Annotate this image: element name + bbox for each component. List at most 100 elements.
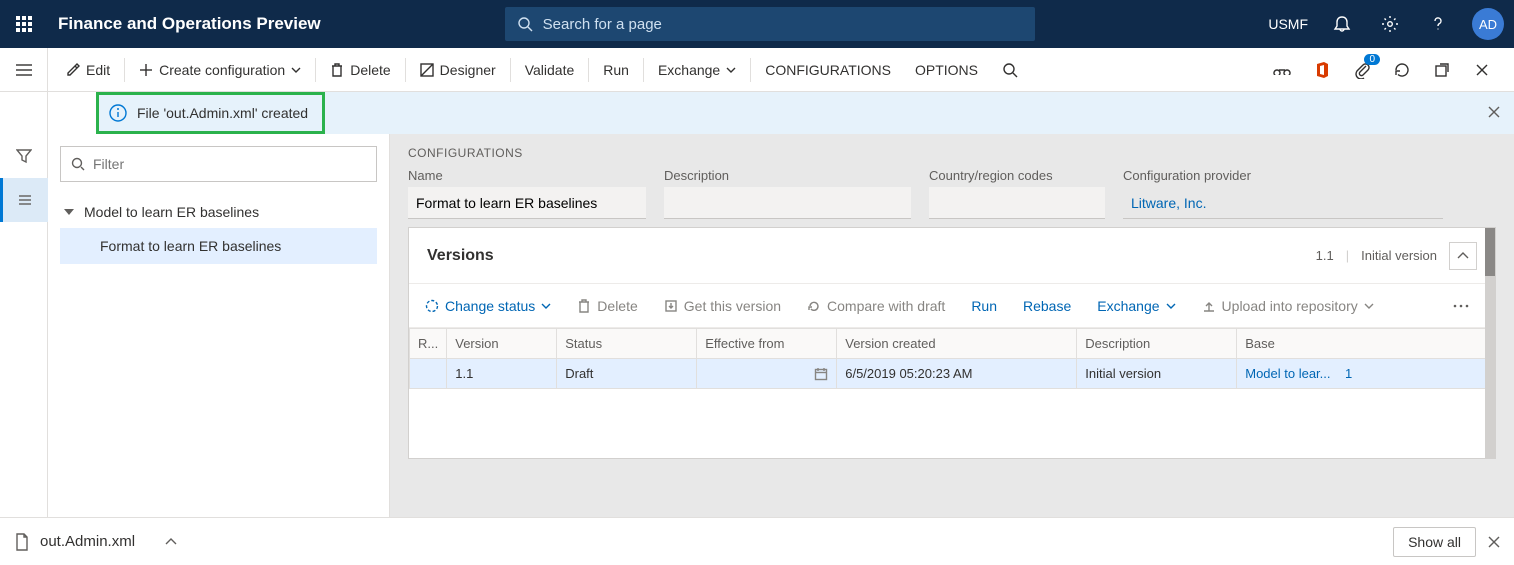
tree-child-format[interactable]: Format to learn ER baselines [60, 228, 377, 264]
chevron-down-icon [1364, 303, 1374, 309]
chevron-down-icon [1166, 303, 1176, 309]
cell-created: 6/5/2019 05:20:23 AM [837, 359, 1077, 389]
compare-button[interactable]: Compare with draft [797, 284, 955, 328]
attachments-button[interactable]: 0 [1344, 52, 1380, 88]
col-base[interactable]: Base [1237, 329, 1495, 359]
designer-icon [420, 63, 434, 77]
config-tree: Model to learn ER baselines Format to le… [60, 196, 377, 264]
versions-toolbar: Change status Delete Get this version Co… [409, 284, 1495, 328]
rebase-button[interactable]: Rebase [1013, 284, 1081, 328]
content-pane: CONFIGURATIONS Name Description Country/… [390, 134, 1514, 517]
divider [588, 58, 589, 82]
app-title: Finance and Operations Preview [58, 14, 321, 34]
chevron-up-icon[interactable] [165, 538, 177, 546]
col-version[interactable]: Version [447, 329, 557, 359]
configurations-tab[interactable]: CONFIGURATIONS [753, 48, 903, 92]
close-icon[interactable] [1488, 536, 1500, 548]
designer-button[interactable]: Designer [408, 48, 508, 92]
settings-button[interactable] [1366, 0, 1414, 48]
col-status[interactable]: Status [557, 329, 697, 359]
list-pane-button[interactable] [0, 178, 48, 222]
create-config-button[interactable]: Create configuration [127, 48, 313, 92]
compare-label: Compare with draft [827, 298, 945, 314]
chevron-down-icon [541, 303, 551, 309]
run-button[interactable]: Run [591, 48, 641, 92]
base-link[interactable]: Model to lear... [1245, 366, 1330, 381]
designer-label: Designer [440, 62, 496, 78]
caret-down-icon [64, 209, 74, 215]
download-filename[interactable]: out.Admin.xml [40, 533, 135, 550]
company-selector[interactable]: USMF [1258, 16, 1318, 32]
refresh-icon [1393, 61, 1411, 79]
exchange-button[interactable]: Exchange [646, 48, 748, 92]
info-close-button[interactable] [1488, 105, 1500, 121]
compare-icon [807, 299, 821, 313]
app-launcher[interactable] [0, 0, 48, 48]
filter-pane-button[interactable] [0, 134, 48, 178]
configurations-label: CONFIGURATIONS [765, 62, 891, 78]
trash-icon [577, 299, 591, 313]
office-icon [1314, 61, 1330, 79]
versions-grid[interactable]: R... Version Status Effective from Versi… [409, 328, 1495, 458]
attachments-badge: 0 [1364, 54, 1380, 65]
delete-button[interactable]: Delete [318, 48, 402, 92]
scrollbar-track[interactable] [1485, 228, 1495, 458]
question-icon [1429, 15, 1447, 33]
version-run-label: Run [971, 298, 997, 314]
tree-parent-model[interactable]: Model to learn ER baselines [60, 196, 377, 228]
calendar-icon[interactable] [814, 367, 828, 381]
connector-icon[interactable] [1264, 52, 1300, 88]
pencil-icon [66, 63, 80, 77]
more-icon [1453, 304, 1469, 308]
versions-title: Versions [427, 247, 494, 265]
ctry-field[interactable] [929, 187, 1105, 219]
change-status-label: Change status [445, 298, 535, 314]
col-desc[interactable]: Description [1077, 329, 1237, 359]
more-button[interactable] [1443, 288, 1479, 324]
show-all-button[interactable]: Show all [1393, 527, 1476, 557]
nav-pane: Model to learn ER baselines Format to le… [48, 134, 390, 517]
office-button[interactable] [1304, 52, 1340, 88]
filter-box[interactable] [60, 146, 377, 182]
edit-button[interactable]: Edit [54, 48, 122, 92]
change-status-button[interactable]: Change status [415, 284, 561, 328]
versions-collapse-button[interactable] [1449, 242, 1477, 270]
funnel-icon [16, 148, 32, 164]
list-icon [17, 193, 33, 207]
help-button[interactable] [1414, 0, 1462, 48]
close-button[interactable] [1464, 52, 1500, 88]
notifications-button[interactable] [1318, 0, 1366, 48]
col-created[interactable]: Version created [837, 329, 1077, 359]
provider-field[interactable] [1123, 187, 1443, 219]
validate-button[interactable]: Validate [513, 48, 587, 92]
grid-row[interactable]: 1.1 Draft 6/5/2019 05:20:23 AM Initial v… [410, 359, 1495, 389]
page-search-button[interactable] [990, 48, 1030, 92]
cell-version: 1.1 [447, 359, 557, 389]
version-delete-button[interactable]: Delete [567, 284, 647, 328]
user-avatar[interactable]: AD [1472, 8, 1504, 40]
col-eff[interactable]: Effective from [697, 329, 837, 359]
version-run-button[interactable]: Run [961, 284, 1007, 328]
plus-icon [139, 63, 153, 77]
col-r[interactable]: R... [410, 329, 447, 359]
waffle-icon [16, 16, 32, 32]
search-icon [71, 157, 85, 171]
global-search-input[interactable] [543, 16, 1023, 33]
scrollbar-thumb[interactable] [1485, 228, 1495, 276]
filter-input[interactable] [93, 156, 366, 172]
refresh-button[interactable] [1384, 52, 1420, 88]
upload-button[interactable]: Upload into repository [1192, 284, 1384, 328]
global-search[interactable] [505, 7, 1035, 41]
chevron-down-icon [726, 67, 736, 73]
desc-field[interactable] [664, 187, 911, 219]
base-ver-link[interactable]: 1 [1345, 366, 1352, 381]
popout-icon [1434, 62, 1450, 78]
get-version-button[interactable]: Get this version [654, 284, 791, 328]
version-exchange-button[interactable]: Exchange [1087, 284, 1185, 328]
popout-button[interactable] [1424, 52, 1460, 88]
name-field[interactable] [408, 187, 646, 219]
infinity-icon [1273, 65, 1291, 75]
options-tab[interactable]: OPTIONS [903, 48, 990, 92]
nav-toggle[interactable] [0, 48, 48, 91]
get-version-label: Get this version [684, 298, 781, 314]
